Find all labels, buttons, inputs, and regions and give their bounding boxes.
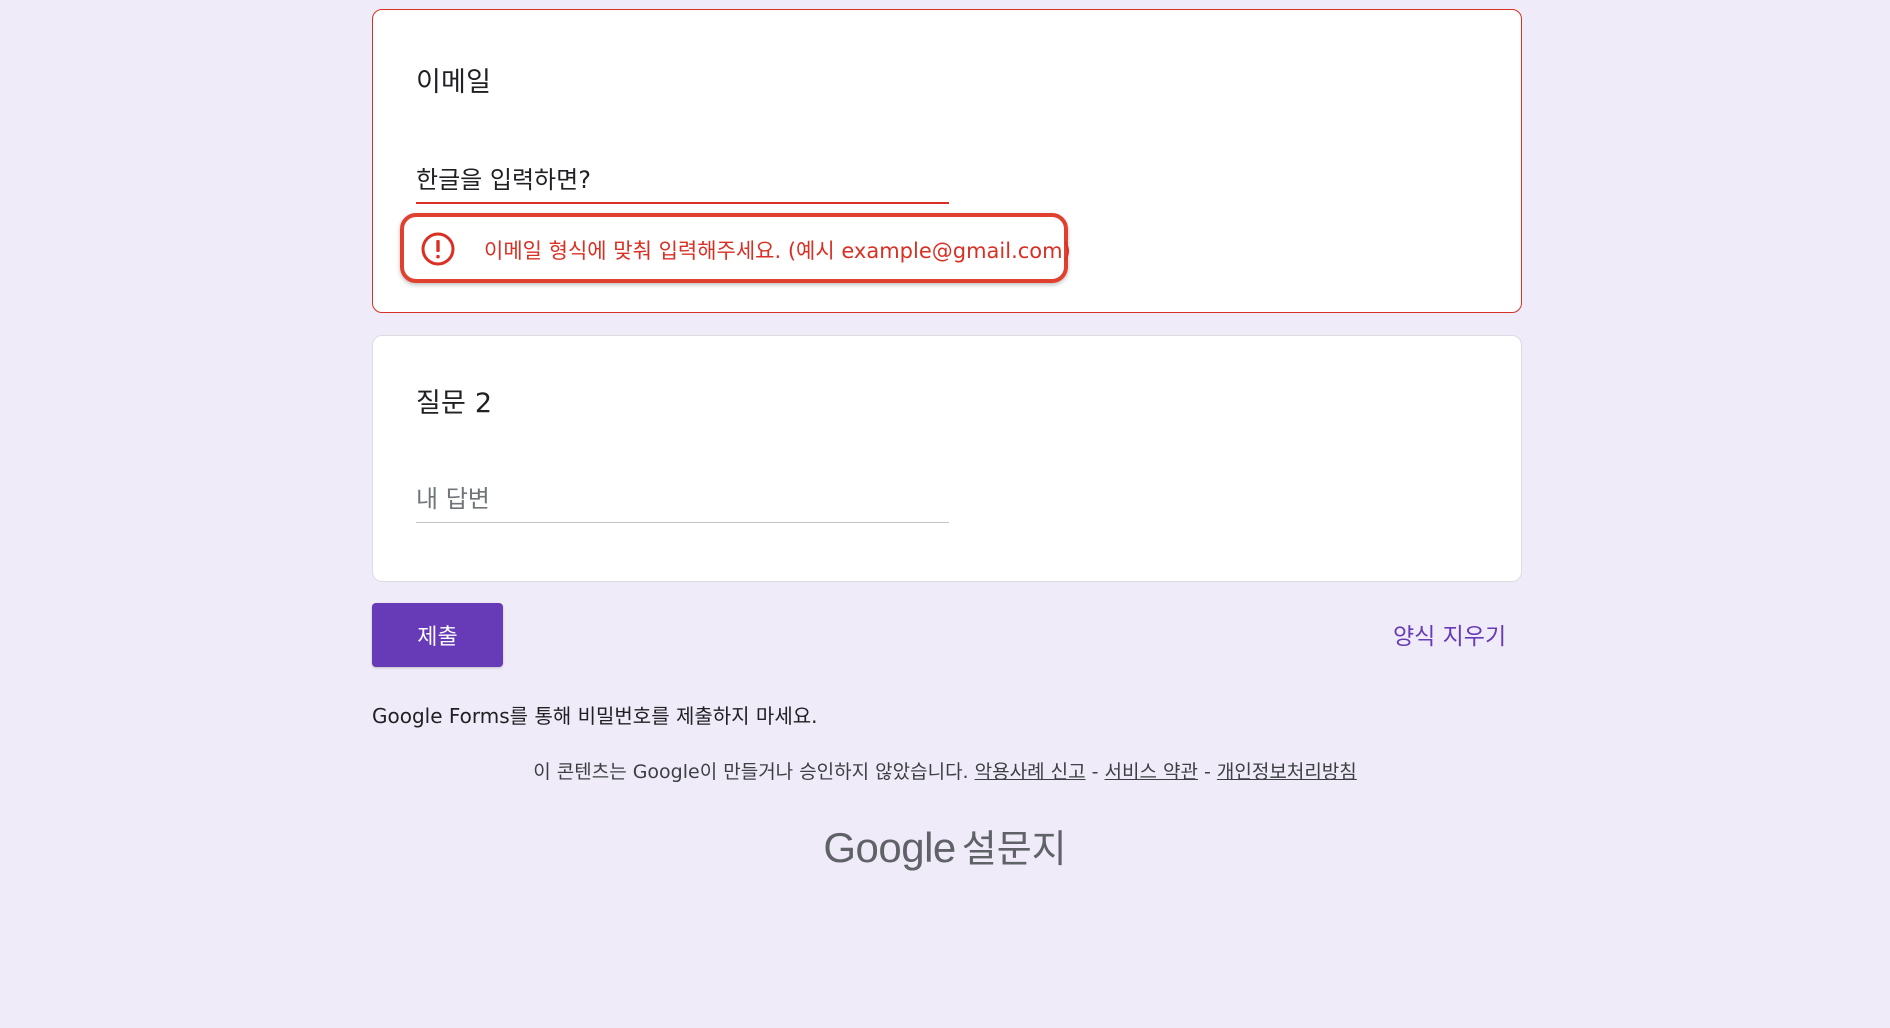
question-title: 질문 2 — [416, 388, 493, 419]
clear-form-link[interactable]: 양식 지우기 — [1393, 617, 1506, 651]
terms-of-service-link[interactable]: 서비스 약관 — [1105, 761, 1198, 783]
separator: - — [1204, 761, 1211, 783]
form-page: 이메일 한글을 입력하면? 이메일 형식에 맞춰 입력해주세요. (예시 exa… — [0, 0, 1890, 1028]
error-icon — [421, 232, 455, 266]
error-message: 이메일 형식에 맞춰 입력해주세요. (예시 example@gmail.com… — [484, 239, 1071, 263]
footer-disclaimer: 이 콘텐츠는 Google이 만들거나 승인하지 않았습니다. 악용사례 신고 … — [0, 757, 1890, 784]
privacy-policy-link[interactable]: 개인정보처리방침 — [1217, 761, 1357, 783]
password-warning: Google Forms를 통해 비밀번호를 제출하지 마세요. — [372, 704, 818, 728]
submit-button[interactable]: 제출 — [372, 603, 503, 667]
brand-product: 설문지 — [961, 827, 1067, 871]
email-answer-input[interactable]: 한글을 입력하면? — [416, 154, 949, 204]
google-forms-logo[interactable]: Google 설문지 — [0, 818, 1890, 873]
disclaimer-text: 이 콘텐츠는 Google이 만들거나 승인하지 않았습니다. — [533, 761, 969, 783]
separator: - — [1091, 761, 1099, 783]
question-card-2: 질문 2 내 답변 — [372, 335, 1522, 582]
report-abuse-link[interactable]: 악용사례 신고 — [975, 761, 1086, 783]
brand-google: Google — [823, 824, 956, 871]
error-message-highlight: 이메일 형식에 맞춰 입력해주세요. (예시 example@gmail.com… — [400, 213, 1071, 283]
answer-input[interactable]: 내 답변 — [416, 473, 949, 523]
question-title: 이메일 — [416, 67, 492, 98]
question-card-email: 이메일 한글을 입력하면? 이메일 형식에 맞춰 입력해주세요. (예시 exa… — [372, 9, 1522, 313]
